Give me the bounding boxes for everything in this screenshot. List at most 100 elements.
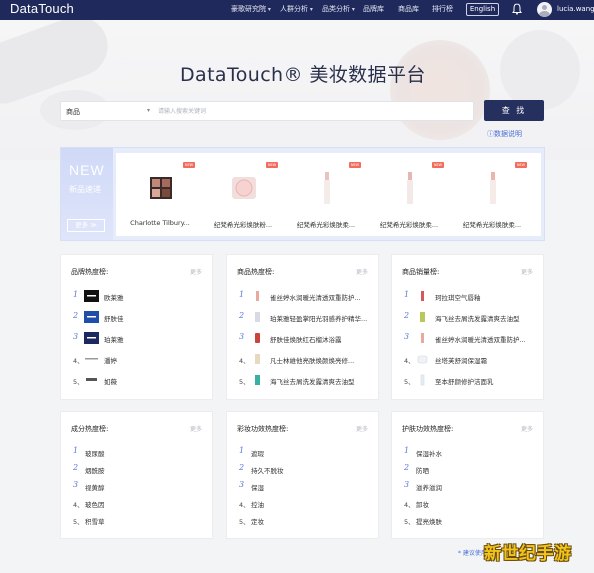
more-link[interactable]: 更多	[356, 267, 368, 276]
new-tag: NEW	[266, 162, 278, 168]
product-name: 纪梵希光彩焕肤柔...	[379, 221, 439, 229]
pantene-logo	[85, 358, 98, 360]
list-item[interactable]: 2 海飞丝去屑洗发露清爽去油型	[402, 310, 537, 324]
product-thumbnail	[417, 355, 428, 364]
more-link[interactable]: 更多	[190, 424, 202, 433]
rank-number: 1	[404, 446, 410, 455]
brand-heat-card: 品牌热度榜: 更多 1 欧莱雅 2 舒肤佳 3 珀莱雅 4、 潘婷 5、 如薇	[60, 254, 213, 400]
proya-logo	[84, 332, 99, 344]
product-thumbnail	[255, 333, 260, 343]
list-item[interactable]: 2 烟酰胺	[71, 462, 206, 476]
list-item[interactable]: 4、 潘婷	[71, 352, 206, 366]
nav-item-category[interactable]: 品类分析	[322, 4, 355, 14]
more-link[interactable]: 更多	[356, 424, 368, 433]
effect-name: 卸妆	[416, 501, 429, 509]
list-item[interactable]: 4、 丝塔芙舒润保湿霜	[402, 352, 537, 366]
list-item[interactable]: 5、 定妆	[237, 513, 372, 527]
rank-number: 4、	[404, 501, 415, 509]
effect-name: 滋养滋润	[416, 484, 442, 492]
list-item[interactable]: 3 滋养滋润	[402, 479, 537, 493]
new-tag: NEW	[349, 162, 361, 168]
list-item[interactable]: 1 欧莱雅	[71, 289, 206, 303]
ingredient-name: 烟酰胺	[85, 467, 105, 475]
list-item[interactable]: 4、 凡士林維他亮肤焕颜焕亮修...	[237, 352, 372, 366]
nav-item-crowd[interactable]: 人群分析	[280, 4, 313, 14]
data-description-link[interactable]: ⓘ数据说明	[487, 129, 522, 139]
nav-item-ranking[interactable]: 排行榜	[432, 4, 453, 14]
rank-number: 1	[73, 290, 79, 299]
list-item[interactable]: 4、 控油	[237, 496, 372, 510]
effect-name: 防晒	[416, 467, 429, 475]
new-product-card[interactable]: NEW Charlotte Tilbury...	[121, 153, 199, 236]
more-link[interactable]: 更多	[521, 424, 533, 433]
chevron-down-icon[interactable]: ▾	[147, 107, 150, 114]
list-item[interactable]: 2 防晒	[402, 462, 537, 476]
nav-item-research[interactable]: 豪歌研究院	[231, 4, 271, 14]
rank-number: 2	[239, 311, 245, 320]
rank-number: 1	[73, 446, 79, 455]
search-type-select[interactable]: 商品	[66, 107, 80, 117]
list-item[interactable]: 5、 提亮焕肤	[402, 513, 537, 527]
list-item[interactable]: 3 视黄醇	[71, 479, 206, 493]
nav-item-product-lib[interactable]: 商品库	[398, 4, 419, 14]
list-item[interactable]: 4、 玻色因	[71, 496, 206, 510]
list-item[interactable]: 5、 积雪草	[71, 513, 206, 527]
more-link[interactable]: 更多	[521, 267, 533, 276]
product-name: 凡士林維他亮肤焕颜焕亮修...	[270, 357, 355, 365]
rank-number: 1	[404, 290, 410, 299]
new-product-card[interactable]: NEW 纪梵希光彩焕肤柔...	[287, 153, 365, 236]
effect-name: 控油	[251, 501, 264, 509]
search-button[interactable]: 查 找	[484, 100, 544, 121]
rank-number: 4、	[239, 501, 250, 509]
effect-name: 保湿	[251, 484, 264, 492]
avatar[interactable]	[537, 2, 552, 17]
list-item[interactable]: 3 保湿	[237, 479, 372, 493]
product-thumbnail	[256, 291, 259, 301]
brand-name: 欧莱雅	[104, 294, 124, 302]
new-products-more-button[interactable]: 更多 ≫	[67, 219, 105, 232]
effect-name: 持久不脱妆	[251, 467, 284, 475]
list-item[interactable]: 2 舒肤佳	[71, 310, 206, 324]
list-item[interactable]: 4、 卸妆	[402, 496, 537, 510]
new-label: NEW	[69, 162, 105, 178]
card-title: 商品热度榜:	[237, 268, 275, 276]
list-item[interactable]: 1 珂拉琪空气唇釉	[402, 289, 537, 303]
list-item[interactable]: 2 持久不脱妆	[237, 462, 372, 476]
list-item[interactable]: 2 珀莱雅轻盈掌阳光羽感养护精华...	[237, 310, 372, 324]
decor-compact	[500, 30, 580, 110]
list-item[interactable]: 3 雀丝婷水润暖光清透双重防护...	[402, 331, 537, 345]
username[interactable]: lucia.wang	[557, 5, 594, 13]
product-thumbnail	[255, 375, 260, 385]
ruwei-logo	[86, 378, 97, 381]
lip-tube-image	[407, 172, 413, 204]
list-item[interactable]: 3 舒肤佳焕肤红石榴沐浴露	[237, 331, 372, 345]
language-button[interactable]: English	[466, 3, 499, 16]
more-link[interactable]: 更多	[190, 267, 202, 276]
rank-number: 1	[239, 446, 245, 455]
ingredient-name: 玻尿酸	[85, 450, 105, 458]
new-product-card[interactable]: NEW 纪梵希光彩焕肤粉...	[204, 153, 282, 236]
list-item[interactable]: 5、 至本舒颜修护洁面乳	[402, 373, 537, 387]
list-item[interactable]: 5、 海飞丝去屑洗发露清爽去油型	[237, 373, 372, 387]
list-item[interactable]: 1 保湿补水	[402, 445, 537, 459]
list-item[interactable]: 1 雀丝婷水润暖光清透双重防护...	[237, 289, 372, 303]
lip-tube-image	[324, 172, 330, 204]
search-bar: 商品 ▾	[60, 101, 474, 121]
logo[interactable]: DataTouch	[10, 1, 74, 16]
list-item[interactable]: 1 玻尿酸	[71, 445, 206, 459]
hero-background	[0, 20, 594, 160]
list-item[interactable]: 3 珀莱雅	[71, 331, 206, 345]
list-item[interactable]: 1 遮瑕	[237, 445, 372, 459]
nav-item-brand-lib[interactable]: 品牌库	[363, 4, 384, 14]
bell-icon[interactable]	[512, 3, 522, 15]
new-product-card[interactable]: NEW 纪梵希光彩焕肤柔...	[370, 153, 448, 236]
new-tag: NEW	[432, 162, 444, 168]
rank-number: 5、	[404, 378, 415, 386]
search-input[interactable]	[158, 105, 458, 118]
new-product-card[interactable]: NEW 纪梵希光彩焕肤柔...	[453, 153, 531, 236]
list-item[interactable]: 5、 如薇	[71, 373, 206, 387]
ingredient-name: 视黄醇	[85, 484, 105, 492]
loreal-logo	[84, 290, 99, 302]
product-heat-card: 商品热度榜: 更多 1 雀丝婷水润暖光清透双重防护... 2 珀莱雅轻盈掌阳光羽…	[226, 254, 379, 400]
product-name: 纪梵希光彩焕肤粉...	[213, 221, 273, 229]
